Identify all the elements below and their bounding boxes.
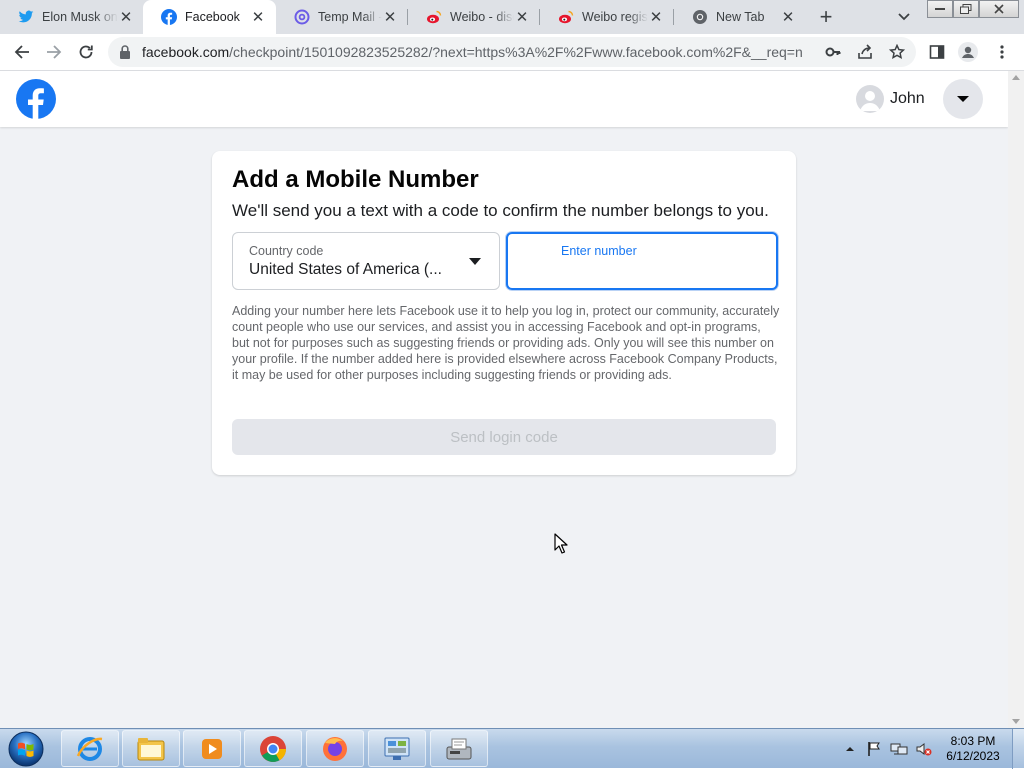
url-text[interactable]: facebook.com/checkpoint/1501092823525282… (142, 44, 802, 60)
country-code-value: United States of America (... (249, 261, 442, 278)
tab-twitter[interactable]: Elon Musk on ✕ (0, 0, 144, 34)
taskbar-media-player[interactable] (183, 730, 241, 767)
facebook-icon (161, 9, 177, 25)
chrome-icon (692, 9, 708, 25)
send-login-code-button[interactable]: Send login code (232, 419, 776, 455)
tab-new-tab[interactable]: New Tab ✕ (674, 0, 806, 34)
close-window-button[interactable] (979, 0, 1019, 18)
privacy-disclaimer: Adding your number here lets Facebook us… (232, 304, 780, 382)
volume-muted-icon[interactable] (913, 729, 935, 769)
share-icon[interactable] (856, 43, 874, 61)
media-player-icon (202, 738, 222, 759)
tab-title: Facebook (185, 10, 240, 24)
start-button[interactable] (4, 730, 48, 768)
forward-button[interactable] (40, 38, 68, 66)
new-tab-button[interactable]: + (812, 4, 840, 29)
country-code-label: Country code (249, 244, 324, 258)
show-desktop-button[interactable] (1012, 729, 1024, 769)
chevron-up-icon (846, 747, 854, 751)
tab-facebook[interactable]: Facebook ✕ (143, 0, 276, 34)
mouse-cursor-icon (554, 533, 568, 554)
show-hidden-icons-button[interactable] (842, 729, 858, 769)
tab-strip: Elon Musk on ✕ Facebook ✕ Temp Mail - D … (0, 0, 1024, 34)
more-menu-icon[interactable] (992, 42, 1012, 62)
fax-scanner-icon (446, 738, 472, 759)
bookmark-star-icon[interactable] (888, 43, 906, 61)
restore-button[interactable] (953, 0, 979, 18)
close-tab-icon[interactable]: ✕ (514, 9, 530, 26)
reload-button[interactable] (72, 38, 100, 66)
phone-number-input[interactable] (522, 260, 762, 282)
tab-temp-mail[interactable]: Temp Mail - D ✕ (276, 0, 408, 34)
taskbar-chrome[interactable] (244, 730, 302, 767)
file-explorer-icon (137, 737, 165, 760)
system-clock[interactable]: 8:03 PM 6/12/2023 (940, 734, 1006, 764)
action-center-flag-icon[interactable] (864, 729, 884, 769)
taskbar-internet-explorer[interactable] (61, 730, 119, 767)
close-tab-icon[interactable]: ✕ (780, 9, 796, 26)
address-bar[interactable]: facebook.com/checkpoint/1501092823525282… (108, 37, 916, 67)
network-icon[interactable] (888, 729, 910, 769)
country-code-select[interactable]: Country code United States of America (.… (232, 232, 500, 290)
caret-down-icon (957, 96, 969, 102)
add-mobile-card: Add a Mobile Number We'll send you a tex… (212, 151, 796, 475)
tab-search-button[interactable] (892, 6, 916, 28)
clock-time: 8:03 PM (950, 734, 996, 748)
page-title: Add a Mobile Number (232, 166, 479, 193)
page-viewport: John Add a Mobile Number We'll send you … (0, 71, 1008, 728)
internet-explorer-icon (76, 736, 103, 761)
weibo-icon (426, 9, 442, 25)
close-tab-icon[interactable]: ✕ (118, 9, 134, 26)
taskbar-control-panel[interactable] (368, 730, 426, 767)
minimize-button[interactable] (927, 0, 953, 18)
back-button[interactable] (8, 38, 36, 66)
facebook-header: John (0, 71, 1008, 127)
arrow-left-icon (14, 45, 29, 59)
scroll-up-arrow[interactable] (1012, 75, 1020, 80)
avatar (856, 85, 884, 113)
clock-date: 6/12/2023 (946, 749, 1000, 763)
taskbar-file-explorer[interactable] (122, 730, 180, 767)
scroll-down-arrow[interactable] (1012, 719, 1020, 724)
chrome-icon (260, 735, 287, 762)
weibo-icon (558, 9, 574, 25)
twitter-icon (18, 9, 34, 25)
phone-number-label: Enter number (561, 244, 637, 258)
tab-weibo-register[interactable]: Weibo regist ✕ (540, 0, 674, 34)
tab-title: Weibo regist (582, 10, 648, 24)
tab-title: Weibo - disc (450, 10, 514, 24)
close-tab-icon[interactable]: ✕ (250, 9, 266, 26)
windows-logo-icon (8, 731, 44, 767)
tab-title: New Tab (716, 10, 765, 24)
tab-title: Temp Mail - D (318, 10, 382, 24)
arrow-right-icon (47, 45, 62, 59)
profile-icon[interactable] (958, 42, 978, 62)
close-tab-icon[interactable]: ✕ (382, 9, 398, 26)
card-subtitle: We'll send you a text with a code to con… (232, 201, 769, 220)
control-panel-icon (384, 737, 410, 760)
tempmail-icon (294, 9, 310, 25)
user-name: John (890, 90, 925, 107)
user-profile-chip[interactable]: John (852, 79, 933, 119)
facebook-logo[interactable] (16, 79, 56, 119)
side-panel-icon[interactable] (927, 42, 947, 62)
close-tab-icon[interactable]: ✕ (648, 9, 664, 26)
tab-title: Elon Musk on (42, 10, 118, 24)
account-menu-button[interactable] (943, 79, 983, 119)
taskbar-fax-scanner[interactable] (430, 730, 488, 767)
chevron-down-icon (898, 13, 910, 21)
taskbar-firefox[interactable] (306, 730, 364, 767)
browser-toolbar: facebook.com/checkpoint/1501092823525282… (0, 34, 1024, 71)
windows-taskbar: 8:03 PM 6/12/2023 (0, 728, 1024, 769)
dropdown-caret-icon (469, 258, 481, 265)
reload-icon (79, 45, 93, 59)
page-scrollbar[interactable] (1008, 71, 1024, 728)
phone-number-field[interactable]: Enter number (506, 232, 778, 290)
firefox-icon (323, 736, 347, 761)
lock-icon[interactable] (118, 44, 132, 60)
tab-weibo-discover[interactable]: Weibo - disc ✕ (408, 0, 540, 34)
key-icon[interactable] (824, 43, 842, 61)
